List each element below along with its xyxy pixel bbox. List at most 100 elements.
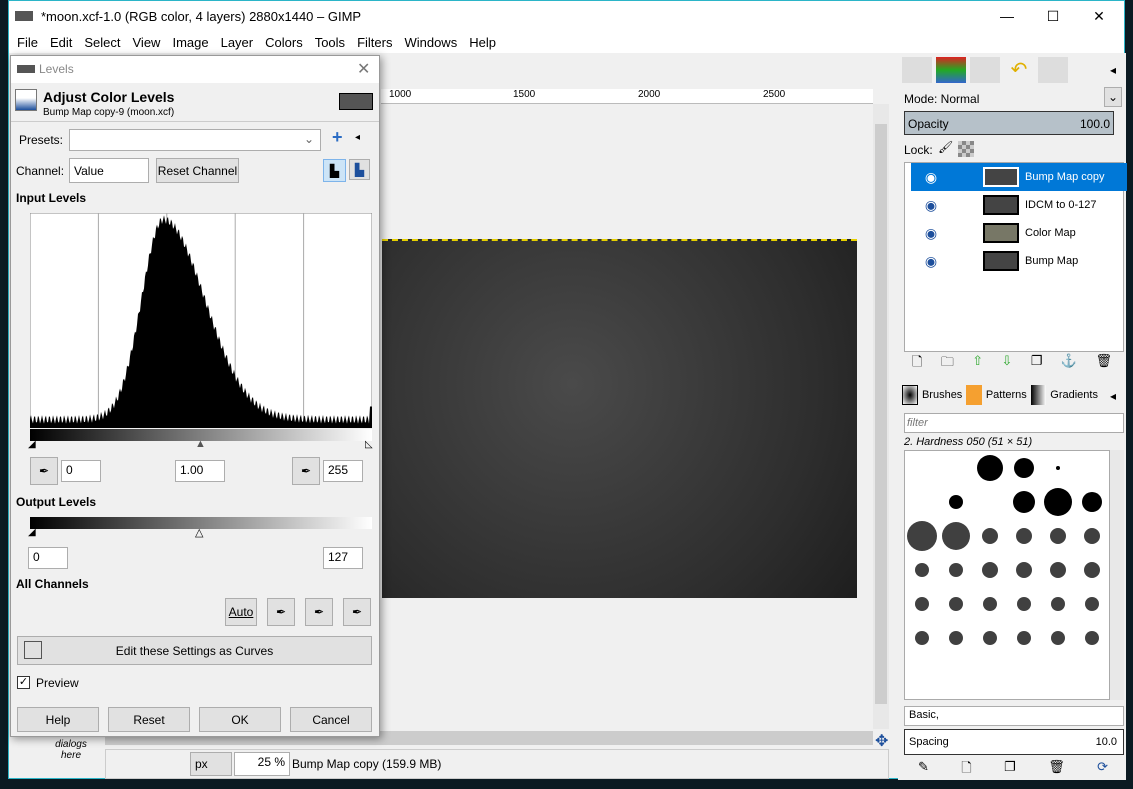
brush-item[interactable] xyxy=(1017,597,1031,611)
menu-view[interactable]: View xyxy=(133,35,161,50)
white-picker-button[interactable]: ✒ xyxy=(292,457,320,485)
close-button[interactable]: ✕ xyxy=(1076,1,1122,31)
gamma-handle[interactable]: ▲ xyxy=(195,438,206,450)
brush-item[interactable] xyxy=(949,563,963,577)
menu-windows[interactable]: Windows xyxy=(404,35,457,50)
menu-tools[interactable]: Tools xyxy=(315,35,345,50)
preview-checkbox[interactable]: ✓ xyxy=(17,676,30,689)
layer-row[interactable]: ◉ Bump Map copy xyxy=(911,163,1127,191)
brush-item[interactable] xyxy=(1013,491,1035,513)
log-histogram-icon[interactable]: ▙ xyxy=(349,159,370,180)
navigate-icon[interactable]: ✥ xyxy=(875,731,888,751)
raise-layer-icon[interactable]: ⇧ xyxy=(972,353,983,375)
new-group-icon[interactable]: 🗀 xyxy=(941,353,954,375)
menu-layer[interactable]: Layer xyxy=(221,35,254,50)
chevron-down-icon[interactable]: ⌄ xyxy=(304,132,314,146)
brush-item[interactable] xyxy=(983,631,997,645)
brush-item[interactable] xyxy=(1016,528,1032,544)
brush-item[interactable] xyxy=(1084,562,1100,578)
edit-as-curves-button[interactable]: Edit these Settings as Curves xyxy=(17,636,372,665)
layer-mode[interactable]: Mode: Normal xyxy=(904,92,979,106)
opacity-slider[interactable]: Opacity 100.0 xyxy=(904,111,1114,135)
zoom-input[interactable]: 25 % xyxy=(234,752,290,776)
lock-alpha-icon[interactable] xyxy=(958,141,974,157)
linear-histogram-icon[interactable]: ▙ xyxy=(323,159,346,182)
presets-menu-icon[interactable]: ◂ xyxy=(355,132,360,143)
input-high-field[interactable]: 255 xyxy=(323,460,363,482)
anchor-layer-icon[interactable]: ⚓ xyxy=(1061,353,1077,375)
add-preset-icon[interactable]: + xyxy=(332,127,343,148)
channel-select[interactable]: Value xyxy=(69,158,149,183)
dialog-close-icon[interactable]: ✕ xyxy=(357,59,370,79)
tab-brushes[interactable]: Brushes xyxy=(922,389,962,401)
menu-image[interactable]: Image xyxy=(172,35,208,50)
unit-select[interactable]: px xyxy=(190,752,232,776)
menu-help[interactable]: Help xyxy=(469,35,496,50)
duplicate-layer-icon[interactable]: ❐ xyxy=(1031,353,1043,375)
panel-menu-icon[interactable]: ◂ xyxy=(1110,389,1116,403)
horizontal-ruler[interactable]: 1000 1500 2000 2500 xyxy=(381,89,873,104)
refresh-brushes-icon[interactable]: ⟳ xyxy=(1097,759,1108,781)
panel-menu-icon[interactable]: ◂ xyxy=(1110,63,1116,77)
channels-tab-icon[interactable] xyxy=(936,57,966,83)
brush-item[interactable] xyxy=(1051,597,1065,611)
pick-white-button[interactable]: ✒ xyxy=(343,598,371,626)
layer-row[interactable]: ◉ Color Map xyxy=(911,219,1127,247)
vertical-scrollbar[interactable] xyxy=(873,104,889,729)
input-low-field[interactable]: 0 xyxy=(61,460,101,482)
tab-gradients[interactable]: Gradients xyxy=(1050,389,1098,401)
new-brush-icon[interactable]: 🗋 xyxy=(961,759,971,781)
brush-item[interactable] xyxy=(1014,458,1034,478)
brush-item[interactable] xyxy=(949,631,963,645)
white-point-handle[interactable]: ◺ xyxy=(365,439,373,450)
brush-filter-input[interactable] xyxy=(904,413,1124,433)
brush-item[interactable] xyxy=(1050,562,1066,578)
brush-item[interactable] xyxy=(1084,528,1100,544)
output-low-handle[interactable]: ◢ xyxy=(28,527,36,538)
spacing-slider[interactable]: Spacing 10.0 xyxy=(904,729,1124,755)
brush-item[interactable] xyxy=(1051,631,1065,645)
pick-black-button[interactable]: ✒ xyxy=(267,598,295,626)
reset-channel-button[interactable]: Reset Channel xyxy=(156,158,239,183)
brush-item[interactable] xyxy=(1056,466,1060,470)
brush-item[interactable] xyxy=(1044,488,1072,516)
visibility-eye-icon[interactable]: ◉ xyxy=(911,253,951,270)
help-button[interactable]: Help xyxy=(17,707,99,732)
visibility-eye-icon[interactable]: ◉ xyxy=(911,169,951,186)
brush-item[interactable] xyxy=(907,521,937,551)
cancel-button[interactable]: Cancel xyxy=(290,707,372,732)
layer-row[interactable]: ◉ IDCM to 0-127 xyxy=(911,191,1127,219)
delete-layer-icon[interactable]: 🗑 xyxy=(1095,353,1112,375)
brush-item[interactable] xyxy=(1082,492,1102,512)
brush-item[interactable] xyxy=(915,597,929,611)
visibility-eye-icon[interactable]: ◉ xyxy=(911,197,951,214)
layer-row[interactable]: ◉ Bump Map xyxy=(911,247,1127,275)
brush-item[interactable] xyxy=(1085,597,1099,611)
brush-item[interactable] xyxy=(949,597,963,611)
brush-item[interactable] xyxy=(942,522,970,550)
brush-item[interactable] xyxy=(1017,631,1031,645)
layers-tab-icon[interactable] xyxy=(902,57,932,83)
edit-brush-icon[interactable]: ✎ xyxy=(918,759,929,781)
new-layer-icon[interactable]: 🗋 xyxy=(912,353,922,375)
brush-item[interactable] xyxy=(949,495,963,509)
paths-tab-icon[interactable] xyxy=(970,57,1000,83)
ok-button[interactable]: OK xyxy=(199,707,281,732)
undo-history-tab-icon[interactable]: ↶ xyxy=(1004,57,1034,83)
menu-file[interactable]: File xyxy=(17,35,38,50)
maximize-button[interactable]: ☐ xyxy=(1030,1,1076,31)
output-high-field[interactable]: 127 xyxy=(323,547,363,569)
brush-item[interactable] xyxy=(1085,631,1099,645)
brush-scrollbar[interactable] xyxy=(1110,450,1124,700)
duplicate-brush-icon[interactable]: ❐ xyxy=(1004,759,1016,781)
output-high-handle[interactable]: △ xyxy=(195,526,203,539)
brush-item[interactable] xyxy=(982,562,998,578)
lock-pixels-icon[interactable]: 🖌 xyxy=(938,140,953,154)
brush-item[interactable] xyxy=(983,597,997,611)
brush-item[interactable] xyxy=(915,631,929,645)
presets-combo[interactable] xyxy=(69,129,321,151)
black-picker-button[interactable]: ✒ xyxy=(30,457,58,485)
menu-select[interactable]: Select xyxy=(84,35,120,50)
menu-filters[interactable]: Filters xyxy=(357,35,392,50)
minimize-button[interactable]: — xyxy=(984,1,1030,31)
